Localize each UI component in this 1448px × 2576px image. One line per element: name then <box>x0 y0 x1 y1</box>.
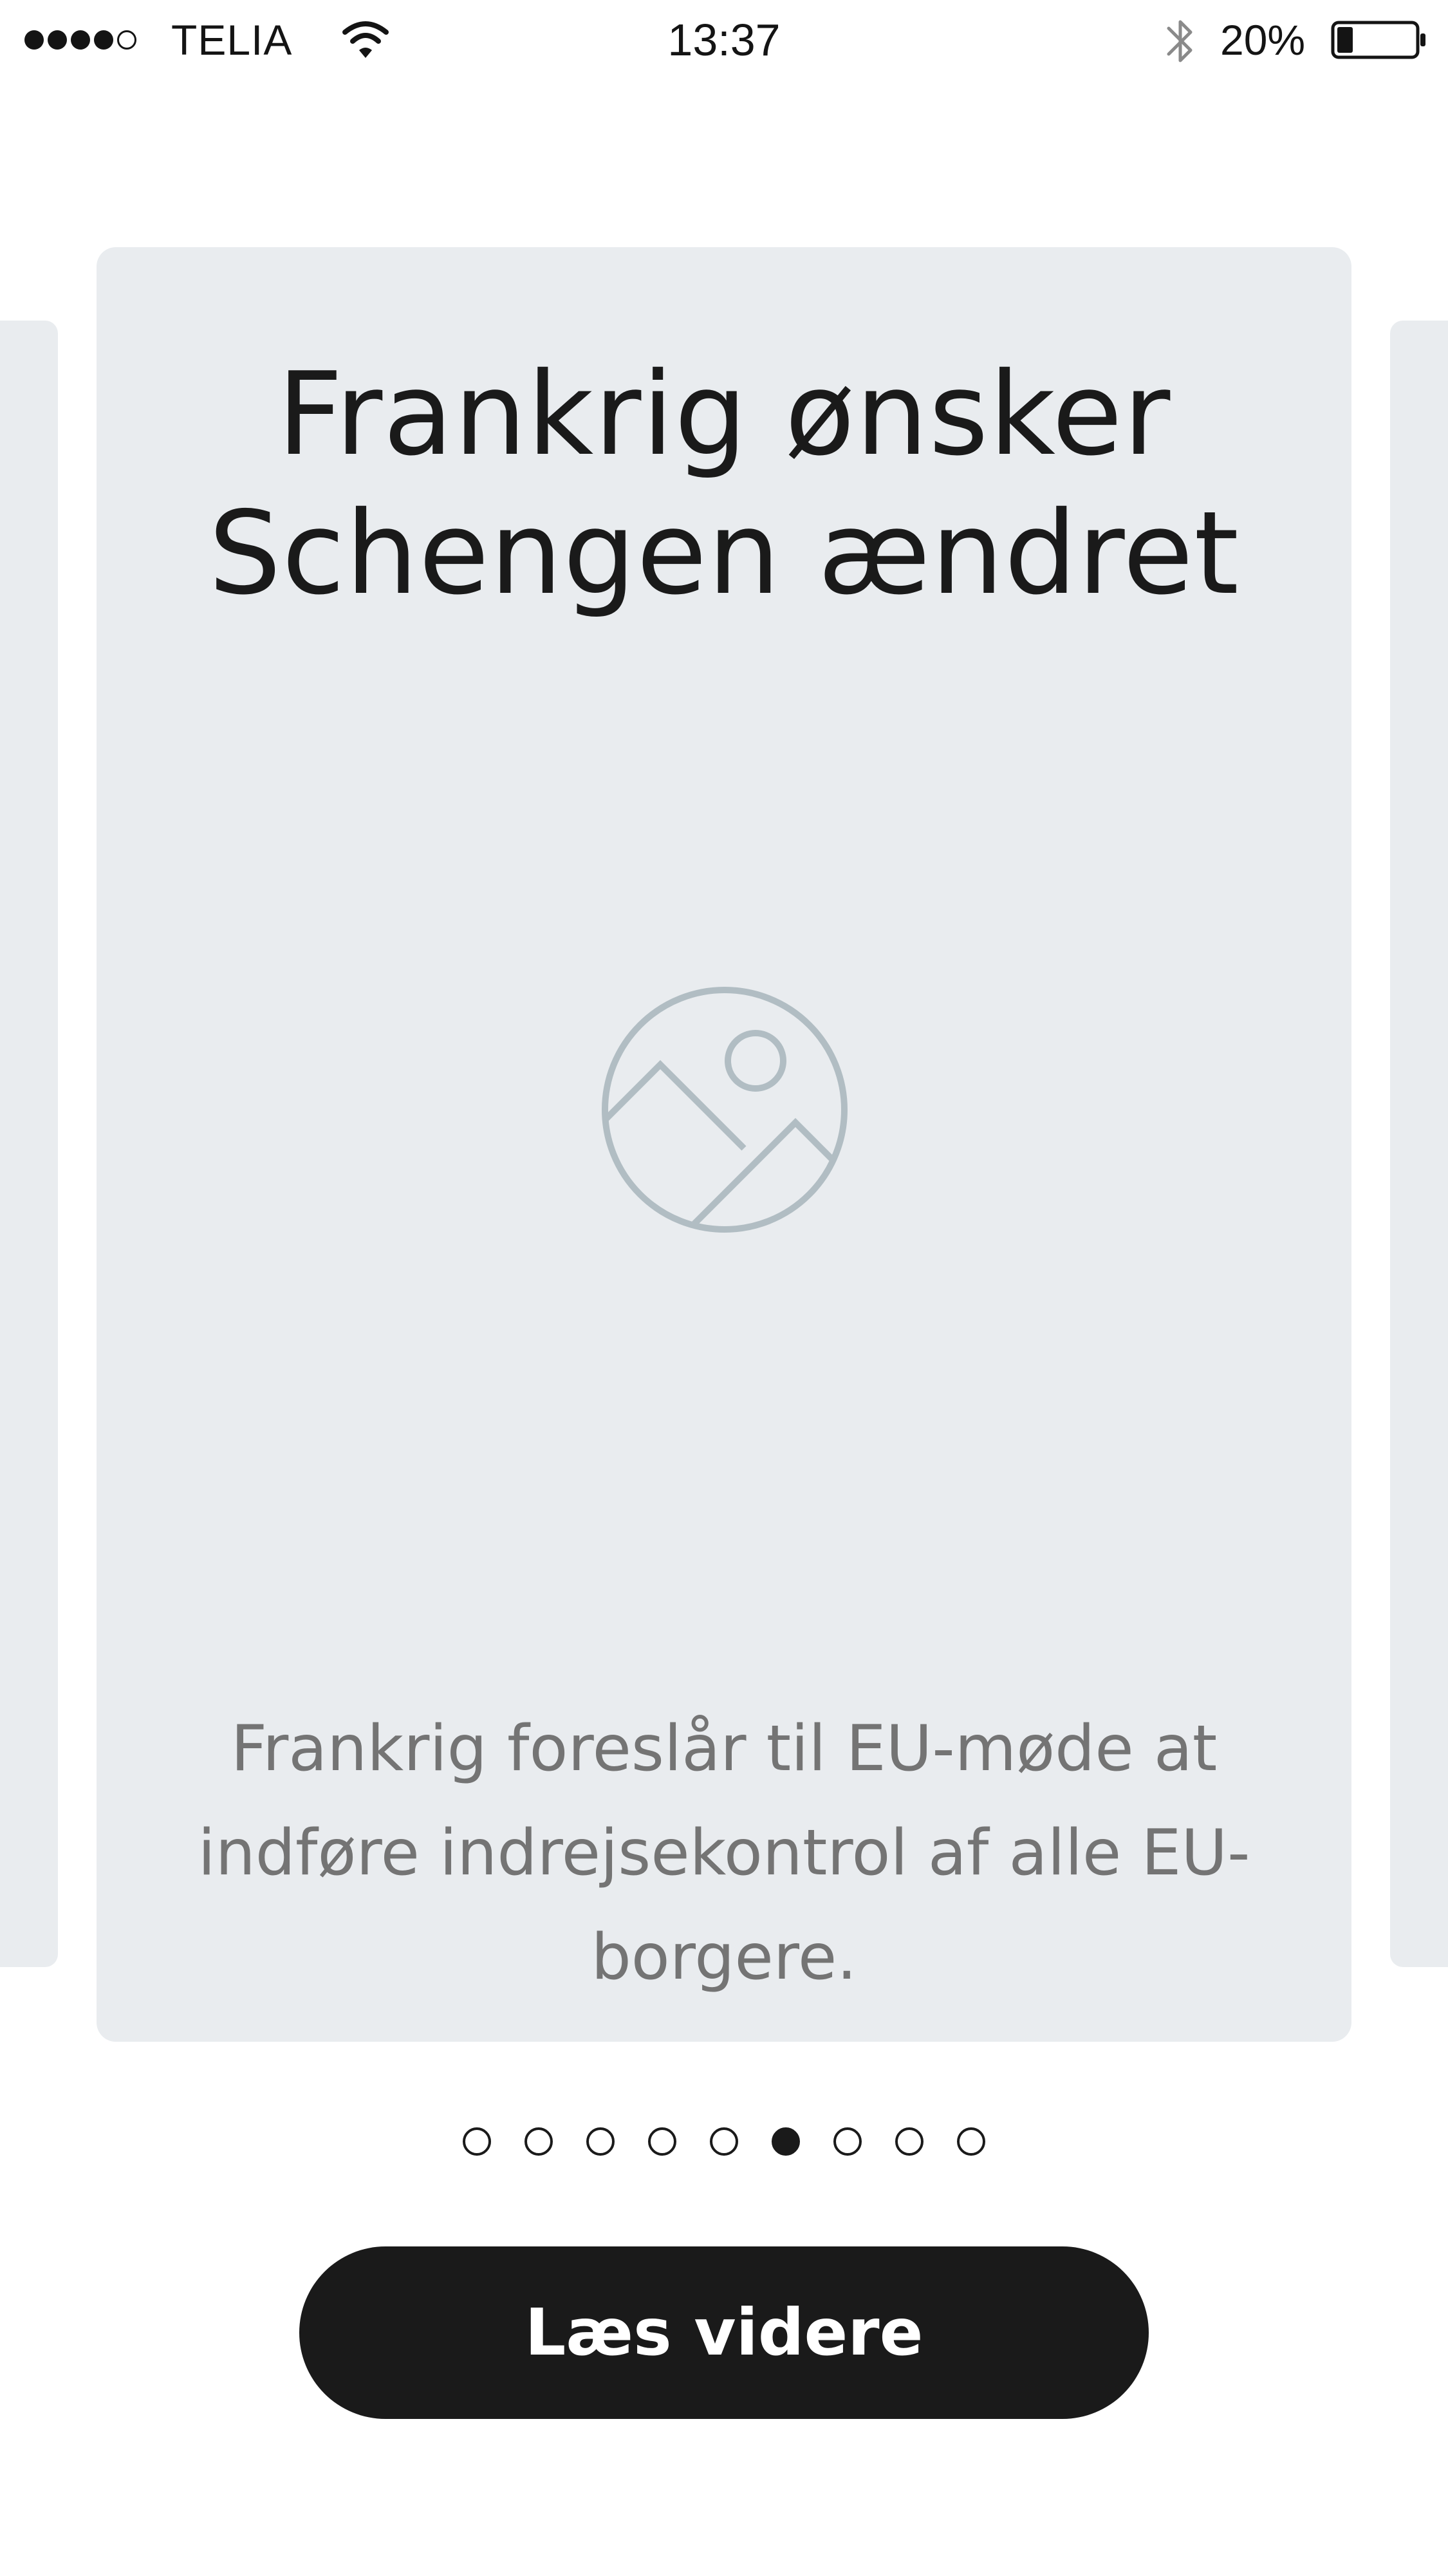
news-card[interactable]: Frankrig ønsker Schengen ændret Frankrig… <box>97 247 1351 2042</box>
page-dot[interactable] <box>463 2127 491 2156</box>
page-dot[interactable] <box>772 2127 800 2156</box>
page-dot[interactable] <box>586 2127 615 2156</box>
card-title: Frankrig ønsker Schengen ændret <box>208 348 1240 620</box>
carousel-pagination <box>0 2125 1448 2158</box>
battery-icon <box>1331 21 1425 59</box>
image-placeholder-icon <box>602 987 848 1233</box>
bluetooth-icon <box>1167 20 1193 62</box>
page-dot[interactable] <box>895 2127 924 2156</box>
status-bar: TELIA 13:37 20% <box>0 0 1448 84</box>
previous-card[interactable] <box>0 321 58 1967</box>
page-dot[interactable] <box>833 2127 862 2156</box>
page-dot[interactable] <box>957 2127 985 2156</box>
page-dot[interactable] <box>648 2127 676 2156</box>
battery-percent: 20% <box>1220 16 1306 64</box>
battery-level-fill <box>1337 27 1353 53</box>
read-more-button[interactable]: Læs videre <box>299 2246 1149 2419</box>
page-dot[interactable] <box>524 2127 553 2156</box>
next-card[interactable] <box>1390 321 1448 1967</box>
card-summary: Frankrig foreslår til EU-møde at indføre… <box>198 1712 1250 1994</box>
page-dot[interactable] <box>710 2127 738 2156</box>
